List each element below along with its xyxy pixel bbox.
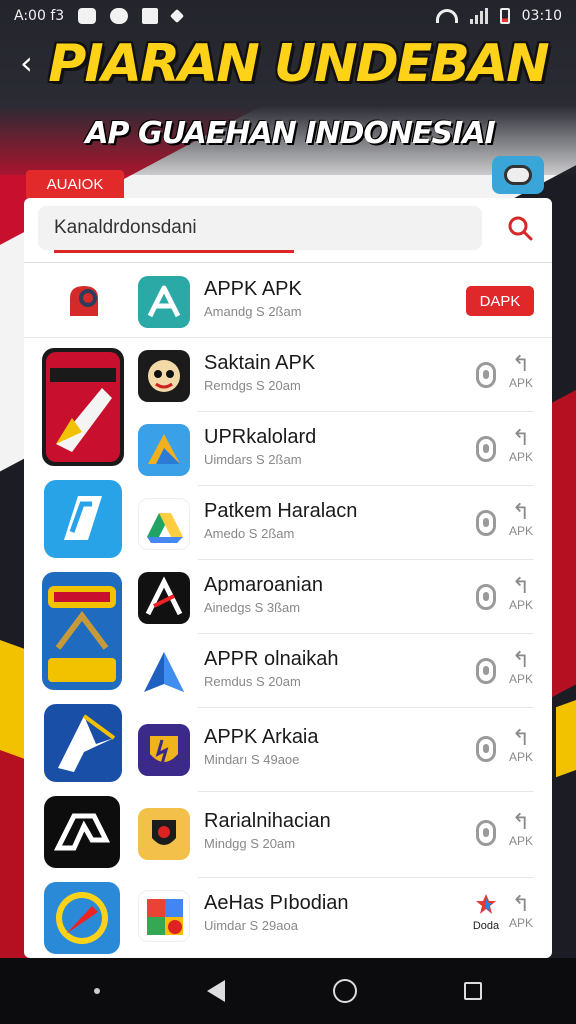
app-icon [138, 424, 190, 476]
share-button[interactable]: ↰ APK [504, 894, 538, 944]
camera-icon [70, 286, 98, 316]
gallery-icon [142, 8, 159, 24]
app-meta: Mindarı S 49aoe [204, 752, 300, 767]
star-logo-icon [58, 714, 116, 772]
feature-arrow-icon [46, 352, 120, 462]
feature-tile[interactable] [42, 348, 124, 466]
app-meta: Remdus S 20am [204, 674, 301, 689]
share-button[interactable]: ↰ APK [504, 576, 538, 626]
list-item-promo[interactable]: APPK APK Amandg S 2ßam DAPK [24, 264, 552, 338]
search-underline [54, 250, 294, 253]
system-nav-bar [0, 958, 576, 1024]
app-icon [138, 350, 190, 402]
app-icon [138, 890, 190, 942]
badge-icon [48, 586, 116, 682]
info-icon[interactable] [476, 820, 496, 846]
share-button[interactable]: ↰ APK [504, 650, 538, 700]
share-button[interactable]: ↰ APK [504, 502, 538, 552]
share-button[interactable]: ↰ APK [504, 428, 538, 478]
share-icon: ↰ [511, 352, 531, 377]
star-icon [476, 894, 496, 914]
signal-icon [469, 8, 488, 24]
nav-back-icon[interactable] [207, 980, 226, 1002]
app-meta: Remdgs S 20am [204, 378, 301, 393]
document-icon [64, 496, 102, 540]
app-name: Rarialnihacian [204, 810, 331, 832]
app-icon [138, 572, 190, 624]
app-meta: Mindgg S 20am [204, 836, 296, 851]
share-icon: ↰ [511, 810, 531, 835]
share-button[interactable]: ↰ APK [504, 812, 538, 862]
app-icon [138, 808, 190, 860]
page-title: PIARAN UNDEBAN [48, 34, 549, 94]
info-icon[interactable] [476, 736, 496, 762]
app-name: APPK Arkaia [204, 726, 319, 748]
info-icon[interactable] [476, 510, 496, 536]
notification-icon [78, 8, 97, 24]
divider [24, 262, 552, 263]
share-button[interactable]: ↰ APK [504, 354, 538, 404]
share-button[interactable]: ↰ APK [504, 728, 538, 778]
share-icon: ↰ [511, 426, 531, 451]
download-badge-button[interactable]: DAPK [466, 286, 534, 316]
info-icon[interactable] [476, 362, 496, 388]
info-icon[interactable] [476, 658, 496, 684]
share-icon: ↰ [511, 726, 531, 751]
back-button[interactable]: ‹ [20, 47, 44, 82]
toggle-icon[interactable] [492, 156, 544, 194]
info-icon[interactable] [476, 436, 496, 462]
section-tag[interactable]: AUAIOK [26, 170, 124, 198]
status-bar: A:00 f3 03:10 [0, 0, 576, 32]
background-yellow-accent-right [556, 692, 576, 778]
feature-tile[interactable] [44, 796, 120, 868]
sync-icon [170, 8, 185, 24]
compass-icon [56, 892, 108, 944]
feature-tile[interactable] [42, 572, 122, 690]
notification-icon [110, 8, 129, 24]
app-icon [138, 724, 190, 776]
app-icon [138, 498, 190, 550]
status-time: 03:10 [521, 8, 562, 24]
info-icon[interactable] [476, 584, 496, 610]
status-left-text: A:00 f3 [14, 8, 65, 24]
search-input[interactable] [38, 206, 482, 250]
app-icon [138, 276, 190, 328]
page-subtitle: AP GUAEHAN INDONESIAI [85, 116, 495, 151]
app-meta: Uimdars S 2ßam [204, 452, 302, 467]
app-meta: Amandg S 2ßam [204, 304, 302, 319]
nav-recents-icon[interactable] [464, 982, 483, 1000]
app-name: APPR olnaikah [204, 648, 339, 670]
share-icon: ↰ [511, 892, 531, 917]
share-icon: ↰ [511, 500, 531, 525]
share-icon: ↰ [511, 574, 531, 599]
battery-icon [499, 8, 510, 24]
app-name: UPRkalolard [204, 426, 317, 448]
feature-tile[interactable] [44, 882, 120, 954]
share-icon: ↰ [511, 648, 531, 673]
search-icon [508, 216, 533, 241]
app-name: Patkem Haralacn [204, 500, 358, 522]
app-name: AeHas Pıbodian [204, 892, 349, 914]
search-box[interactable] [38, 206, 482, 253]
nav-home-icon[interactable] [332, 979, 357, 1003]
arrow-logo-icon [53, 813, 111, 851]
nav-dot-icon[interactable] [93, 988, 100, 994]
app-name: APPK APK [204, 278, 302, 300]
app-name: Saktain APK [204, 352, 316, 374]
feature-tile[interactable] [44, 704, 122, 782]
star-badge: Doda [470, 892, 502, 932]
search-button[interactable] [502, 210, 538, 246]
feature-tile[interactable] [44, 480, 122, 558]
app-icon [138, 646, 190, 698]
app-meta: Uimdar S 29aoa [204, 918, 298, 933]
wifi-icon [435, 9, 458, 23]
app-meta: Amedo S 2ßam [204, 526, 295, 541]
app-name: Apmaroanian [204, 574, 323, 596]
app-meta: Ainedgs S 3ßam [204, 600, 301, 615]
